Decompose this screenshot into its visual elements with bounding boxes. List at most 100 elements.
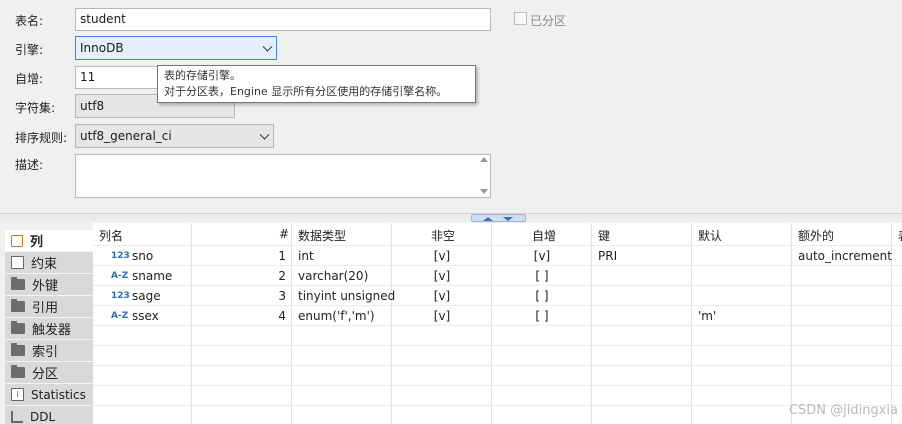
cell-key[interactable] [592,306,604,326]
row-line [93,365,902,366]
collapse-down-icon[interactable] [503,217,513,221]
tooltip-line-2: 对于分区表，Engine 显示所有分区使用的存储引擎名称。 [164,85,448,98]
engine-label: 引擎: [15,43,44,57]
header-default[interactable]: 默认 [692,223,728,245]
charset-label: 字符集: [15,101,56,115]
nav-tab-label: 分区 [32,367,59,382]
cell-datatype[interactable]: int [292,246,320,266]
folder-icon [11,343,25,356]
folder-icon [11,277,25,290]
cell-not-null[interactable]: [v] [392,246,492,266]
cell-datatype[interactable]: enum('f','m') [292,306,381,326]
cell-ordinal[interactable]: 3 [192,286,292,306]
table-name-field[interactable]: student [75,8,491,31]
nav-tab-label: 约束 [31,257,58,272]
header-datatype[interactable]: 数据类型 [292,223,352,245]
row-line [93,405,902,406]
cell-default[interactable] [692,246,704,266]
folder-icon [11,365,25,378]
cell-column-name[interactable]: sage [126,286,167,306]
cell-extra[interactable] [792,306,804,326]
comment-label: 描述: [15,158,44,172]
watermark: CSDN @jidingxia [788,403,898,418]
cell-ordinal[interactable]: 1 [192,246,292,266]
folder-icon [11,321,25,334]
cell-column-name[interactable]: ssex [126,306,165,326]
table-properties-form: 表名: student 已分区 引擎: InnoDB 自增: 11 字符集: u… [0,0,902,213]
auto-increment-label: 自增: [15,72,44,86]
header-key[interactable]: 键 [592,223,616,245]
columns-grid[interactable]: 列名 # 数据类型 非空 自增 键 默认 额外的 表 123 sno 1 int… [93,223,902,424]
nav-tab-statistics[interactable]: i Statistics [5,384,93,406]
panel-splitter[interactable] [0,213,902,222]
cell-extra[interactable]: auto_increment [792,246,898,266]
columns-icon [11,234,23,247]
chevron-down-icon [259,129,270,140]
info-icon: i [11,388,24,401]
cell-extra[interactable] [792,286,804,306]
splitter-grip[interactable] [471,214,526,222]
collation-value: utf8_general_ci [80,129,172,143]
cell-auto-increment[interactable]: [ ] [492,286,592,306]
constraint-icon [11,256,24,269]
cell-column-name[interactable]: sname [126,266,178,286]
cell-extra[interactable] [792,266,804,286]
nav-tab-label: 引用 [32,301,59,316]
ddl-icon [11,410,23,423]
cell-auto-increment[interactable]: [v] [492,246,592,266]
nav-tab-triggers[interactable]: 触发器 [5,318,93,340]
table-editor-nav: 列 约束 外键 引用 触发器 索引 分区 i Statistics DDL [5,230,93,424]
cell-datatype[interactable]: varchar(20) [292,266,374,286]
cell-not-null[interactable]: [v] [392,286,492,306]
nav-tab-partitions[interactable]: 分区 [5,362,93,384]
cell-default[interactable] [692,266,704,286]
folder-icon [11,299,25,312]
partitioned-label: 已分区 [530,14,567,28]
cell-ordinal[interactable]: 4 [192,306,292,326]
header-overflow[interactable]: 表 [892,223,902,245]
header-auto-increment[interactable]: 自增 [526,223,562,245]
nav-tab-label: DDL [30,409,56,424]
nav-tab-label: Statistics [31,387,86,402]
cell-not-null[interactable]: [v] [392,306,492,326]
comment-textarea[interactable] [75,154,491,198]
chevron-down-icon [262,41,273,52]
header-extra[interactable]: 额外的 [792,223,840,245]
cell-ordinal[interactable]: 2 [192,266,292,286]
table-name-label: 表名: [15,14,44,28]
cell-key[interactable]: PRI [592,246,623,266]
row-line [93,345,902,346]
cell-key[interactable] [592,266,604,286]
header-column-name[interactable]: 列名 [93,223,129,245]
cell-auto-increment[interactable]: [ ] [492,266,592,286]
nav-tab-constraints[interactable]: 约束 [5,252,93,274]
nav-tab-label: 外键 [32,279,59,294]
partitioned-checkbox[interactable] [514,12,527,25]
nav-tab-ddl[interactable]: DDL [5,406,93,424]
cell-datatype[interactable]: tinyint unsigned [292,286,401,306]
nav-tab-foreign-keys[interactable]: 外键 [5,274,93,296]
header-not-null[interactable]: 非空 [425,223,461,245]
nav-tab-label: 列 [30,235,44,250]
nav-tab-columns[interactable]: 列 [5,230,93,252]
collapse-up-icon[interactable] [483,217,493,221]
scroll-down-icon[interactable] [480,189,488,194]
engine-select[interactable]: InnoDB [75,36,277,60]
cell-column-name[interactable]: sno [126,246,159,266]
scroll-up-icon[interactable] [480,157,488,162]
cell-default[interactable]: 'm' [692,306,722,326]
engine-value: InnoDB [80,41,124,55]
collation-select[interactable]: utf8_general_ci [75,124,274,148]
charset-value: utf8 [80,99,105,113]
cell-not-null[interactable]: [v] [392,266,492,286]
nav-tab-references[interactable]: 引用 [5,296,93,318]
nav-tab-label: 触发器 [32,323,72,338]
cell-auto-increment[interactable]: [ ] [492,306,592,326]
cell-key[interactable] [592,286,604,306]
collation-label: 排序规则: [15,131,68,145]
cell-default[interactable] [692,286,704,306]
nav-tab-indexes[interactable]: 索引 [5,340,93,362]
nav-tab-label: 索引 [32,345,59,360]
row-line [93,385,902,386]
engine-tooltip: 表的存储引擎。 对于分区表，Engine 显示所有分区使用的存储引擎名称。 [157,65,476,103]
